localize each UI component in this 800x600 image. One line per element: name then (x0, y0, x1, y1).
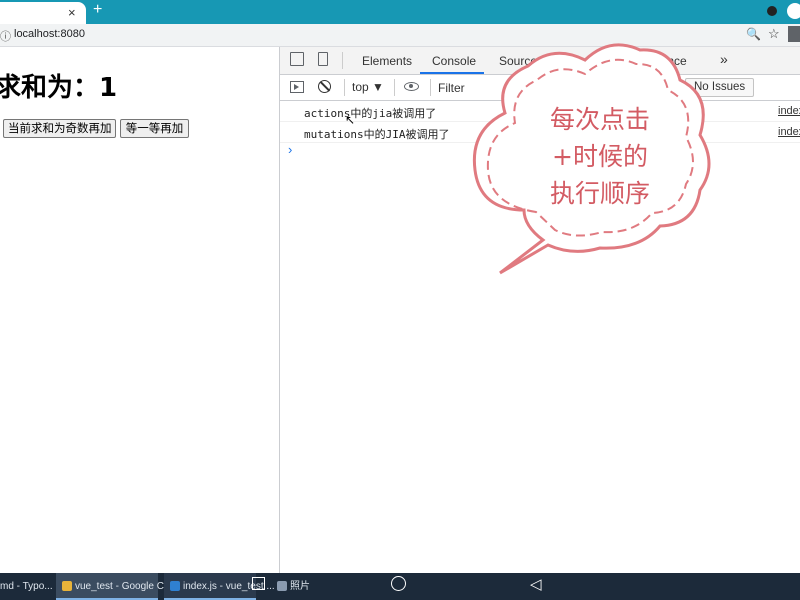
url-text[interactable]: localhost:8080 (14, 28, 85, 40)
tab-sources[interactable]: Sources (499, 54, 543, 68)
bookmark-star-icon[interactable]: ☆ (768, 26, 780, 42)
taskbar-item-label: 照片 (290, 581, 310, 592)
live-expression-eye-icon[interactable] (404, 82, 419, 91)
site-info-icon[interactable]: ⓘ (0, 28, 11, 44)
browser-tab-active[interactable]: × (0, 2, 86, 24)
photos-icon (277, 581, 287, 592)
tab-console[interactable]: Console (432, 54, 476, 68)
taskbar-item-typora[interactable]: md - Typo... (0, 573, 53, 600)
home-icon[interactable] (391, 576, 406, 591)
context-selector[interactable]: top ▼ (352, 80, 384, 94)
tab-performance[interactable]: Performance (618, 54, 687, 68)
taskbar-item-label: vue_test - Google C... (75, 581, 173, 592)
address-bar[interactable]: ⓘ localhost:8080 🔍 ☆ (0, 24, 800, 47)
log-levels-dropdown[interactable]: Default levels (585, 81, 651, 93)
console-toolbar: top ▼ Default levels No Issues (280, 75, 800, 101)
taskbar-item-label: md - Typo... (0, 581, 53, 592)
devtools-tab-bar: Elements Console Sources Performance » (280, 47, 800, 75)
annotation-line: +时候的 (552, 142, 648, 171)
sum-heading: 求和为：1 (0, 73, 118, 103)
console-prompt-icon[interactable]: › (288, 142, 292, 157)
tab-elements[interactable]: Elements (362, 54, 412, 68)
taskbar-item-vscode[interactable]: index.js - vue_test ... (164, 573, 275, 600)
divider (344, 79, 345, 96)
recent-apps-icon[interactable] (252, 577, 265, 590)
mouse-cursor-icon: ↖ (345, 113, 356, 127)
taskbar-item-chrome[interactable]: vue_test - Google C... (56, 573, 172, 600)
console-source-link[interactable]: index (778, 105, 800, 117)
divider (430, 79, 431, 96)
active-tab-indicator (420, 72, 484, 74)
add-if-odd-button[interactable]: 当前求和为奇数再加 (3, 119, 116, 138)
divider (394, 79, 395, 96)
zoom-icon[interactable]: 🔍 (746, 27, 761, 41)
console-sidebar-toggle-icon[interactable] (290, 81, 304, 93)
new-tab-button[interactable]: + (93, 1, 102, 19)
browser-tab-strip: × + (0, 0, 800, 24)
record-icon[interactable] (767, 6, 777, 16)
back-icon[interactable]: ◁ (530, 575, 542, 593)
vscode-icon (170, 581, 180, 592)
annotation-text: 每次点击 +时候的 执行顺序 (520, 101, 680, 212)
taskbar: md - Typo... vue_test - Google C... inde… (0, 573, 800, 600)
annotation-line: 执行顺序 (549, 179, 650, 208)
inspect-element-icon[interactable] (290, 52, 304, 66)
extension-icon[interactable] (788, 26, 800, 42)
page-content: 求和为：1 当前求和为奇数再加 等一等再加 (0, 47, 279, 573)
console-message-text: actions中的jia被调用了 (304, 107, 437, 120)
close-tab-icon[interactable]: × (68, 5, 76, 20)
divider (342, 52, 343, 69)
issues-button[interactable]: No Issues (685, 78, 755, 97)
taskbar-item-photos[interactable]: 照片 (271, 573, 310, 600)
clear-console-icon[interactable] (318, 80, 331, 93)
console-message-text: mutations中的JIA被调用了 (304, 128, 450, 141)
console-source-link[interactable]: index (778, 126, 800, 138)
chrome-icon (62, 581, 72, 592)
device-toolbar-icon[interactable] (318, 52, 328, 66)
profile-icon[interactable] (787, 3, 800, 19)
add-later-button[interactable]: 等一等再加 (120, 119, 189, 138)
annotation-line: 每次点击 (549, 105, 650, 134)
more-tabs-icon[interactable]: » (720, 51, 728, 67)
